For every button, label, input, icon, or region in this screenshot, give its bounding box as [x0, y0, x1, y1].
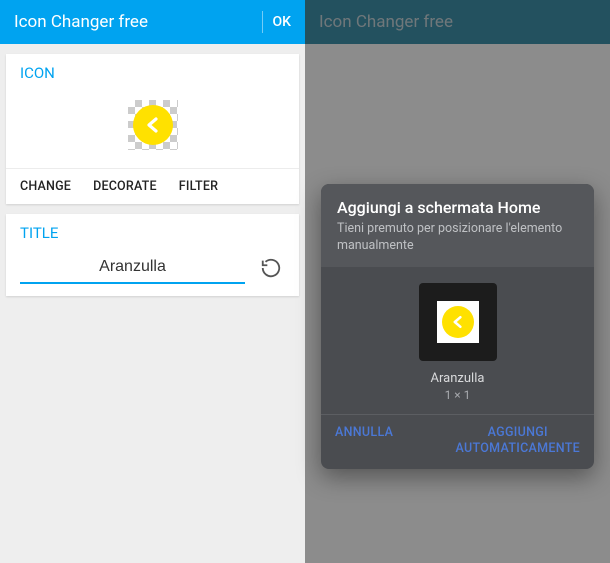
- checker-bg: [128, 100, 178, 150]
- shortcut-icon-bg: [437, 301, 479, 343]
- add-auto-line2: AUTOMATICAMENTE: [456, 441, 580, 456]
- icon-card: ICON CHANGE DECORATE FILTER: [6, 54, 299, 204]
- icon-section-label: ICON: [20, 64, 285, 82]
- app-icon: [133, 105, 173, 145]
- tab-decorate[interactable]: DECORATE: [93, 179, 157, 194]
- reset-icon: [260, 257, 282, 279]
- title-row: [20, 252, 285, 284]
- add-auto-button[interactable]: AGGIUNGI AUTOMATICAMENTE: [456, 425, 580, 458]
- tab-filter[interactable]: FILTER: [179, 179, 218, 194]
- icon-tabs: CHANGE DECORATE FILTER: [6, 168, 299, 204]
- title-card: TITLE: [6, 214, 299, 296]
- icon-preview[interactable]: [20, 92, 285, 162]
- ok-button[interactable]: OK: [262, 0, 300, 44]
- app-title: Icon Changer free: [14, 12, 148, 32]
- tab-change[interactable]: CHANGE: [20, 179, 71, 194]
- cancel-button[interactable]: ANNULLA: [335, 425, 393, 458]
- left-pane: Icon Changer free OK ICON CHANGE DECORAT…: [0, 0, 305, 563]
- app-header: Icon Changer free OK: [0, 0, 305, 44]
- add-auto-line1: AGGIUNGI: [488, 425, 548, 440]
- shortcut-icon: [442, 306, 474, 338]
- dialog-title: Aggiungi a schermata Home: [337, 198, 578, 217]
- shortcut-name: Aranzulla: [431, 371, 485, 386]
- right-pane: Icon Changer free Aggiungi a schermata H…: [305, 0, 610, 563]
- dialog-body: Aranzulla 1 × 1: [321, 267, 594, 414]
- left-body: ICON CHANGE DECORATE FILTER TITLE: [0, 54, 305, 296]
- reset-button[interactable]: [257, 254, 285, 282]
- dialog-actions: ANNULLA AGGIUNGI AUTOMATICAMENTE: [321, 414, 594, 470]
- dialog-subtitle: Tieni premuto per posizionare l'elemento…: [337, 221, 578, 255]
- shortcut-size: 1 × 1: [445, 388, 471, 402]
- title-section-label: TITLE: [20, 224, 285, 242]
- ok-label: OK: [273, 14, 300, 30]
- shortcut-preview[interactable]: [419, 283, 497, 361]
- add-shortcut-dialog: Aggiungi a schermata Home Tieni premuto …: [321, 184, 594, 469]
- separator: [262, 11, 263, 33]
- dialog-header: Aggiungi a schermata Home Tieni premuto …: [321, 184, 594, 267]
- title-input[interactable]: [20, 252, 245, 284]
